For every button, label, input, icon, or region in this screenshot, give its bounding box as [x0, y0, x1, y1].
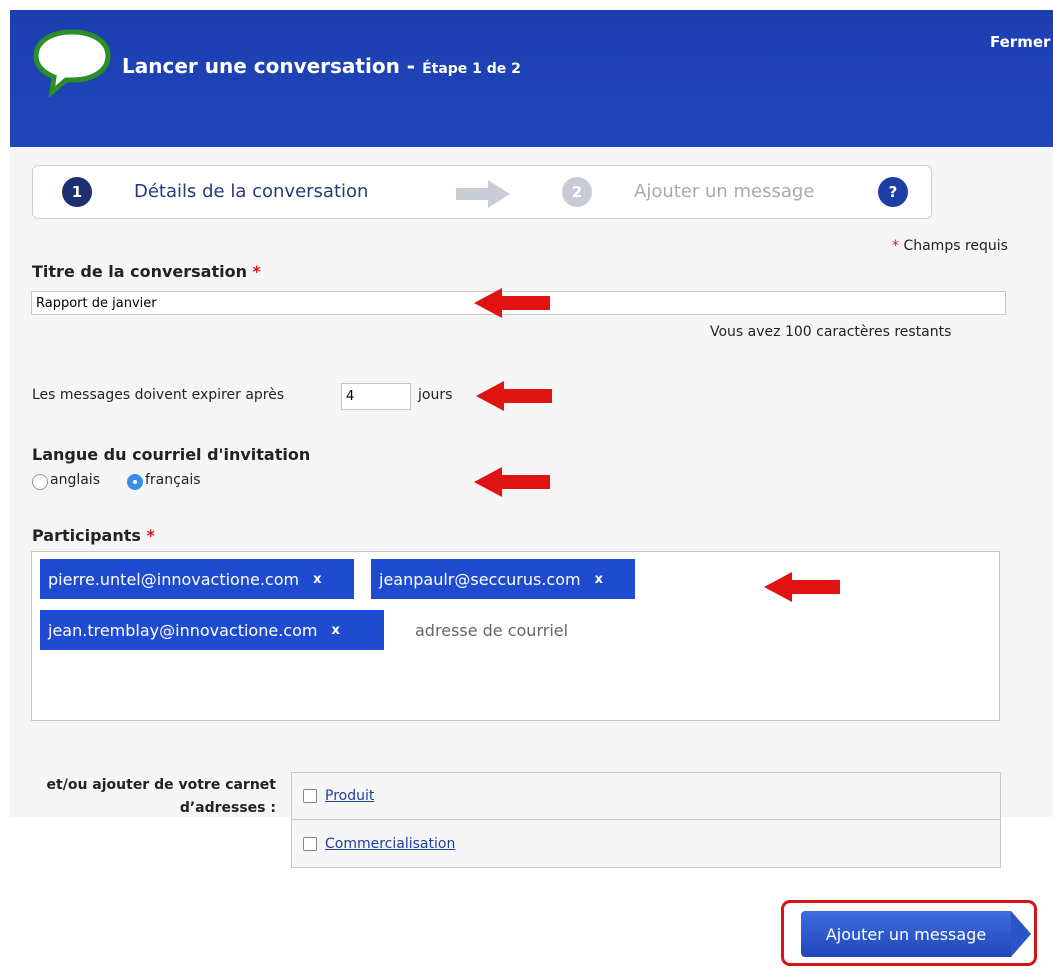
addressbook-label: et/ou ajouter de votre carnet d’adresses… [46, 777, 276, 816]
addressbook-link[interactable]: Commercialisation [325, 836, 455, 852]
title-label: Titre de la conversation * [32, 262, 261, 281]
radio-french[interactable] [127, 474, 143, 490]
annotation-arrow-icon [474, 467, 550, 497]
radio-english[interactable] [32, 474, 48, 490]
annotation-arrow-icon [476, 381, 552, 411]
participants-label-text: Participants [32, 526, 141, 545]
participant-email: jeanpaulr@seccurus.com [379, 569, 581, 589]
remove-participant-icon[interactable]: x [595, 572, 603, 587]
page-title: Lancer une conversation - Étape 1 de 2 [122, 54, 521, 78]
add-message-button[interactable]: Ajouter un message [801, 911, 1011, 957]
addressbook-checkbox[interactable] [303, 788, 317, 803]
title-label-text: Titre de la conversation [32, 262, 247, 281]
addressbook-item: Commercialisation [291, 820, 1001, 868]
annotation-arrow-icon [474, 288, 550, 318]
required-marker: * [892, 238, 899, 254]
remove-participant-icon[interactable]: x [313, 572, 321, 587]
step-2-number: 2 [562, 177, 592, 207]
participant-chip: jean.tremblay@innovactione.com x [40, 610, 384, 650]
participant-email: jean.tremblay@innovactione.com [48, 620, 318, 640]
title-separator: - [399, 54, 423, 78]
step-1-label: Détails de la conversation [134, 181, 369, 202]
step-2-label: Ajouter un message [634, 181, 815, 202]
step-arrow-icon [456, 180, 510, 208]
title-text: Lancer une conversation [122, 54, 400, 78]
radio-english-label[interactable]: anglais [50, 472, 100, 488]
email-input-placeholder[interactable]: adresse de courriel [415, 621, 568, 640]
button-arrow-tip [1011, 911, 1031, 957]
speech-bubble-icon [33, 29, 111, 98]
language-label: Langue du courriel d'invitation [32, 445, 311, 464]
chars-remaining: Vous avez 100 caractères restants [710, 324, 952, 340]
participant-email: pierre.untel@innovactione.com [48, 569, 300, 589]
expire-unit: jours [418, 387, 453, 403]
radio-french-label[interactable]: français [145, 472, 201, 488]
step-indicator: Étape 1 de 2 [422, 61, 521, 77]
required-note-text: Champs requis [903, 238, 1008, 254]
remove-participant-icon[interactable]: x [331, 623, 339, 638]
expire-days-input[interactable] [341, 383, 411, 410]
annotation-arrow-icon [764, 572, 840, 602]
step-1-number: 1 [62, 177, 92, 207]
required-marker: * [146, 526, 155, 545]
help-icon[interactable]: ? [878, 177, 908, 207]
required-fields-note: * Champs requis [892, 238, 1008, 254]
participant-chip: pierre.untel@innovactione.com x [40, 559, 354, 599]
required-marker: * [252, 262, 261, 281]
addressbook-link[interactable]: Produit [325, 788, 374, 804]
participant-chip: jeanpaulr@seccurus.com x [371, 559, 635, 599]
addressbook-item: Produit [291, 772, 1001, 820]
addressbook-checkbox[interactable] [303, 837, 317, 851]
header-bar [10, 10, 1053, 147]
close-link[interactable]: Fermer [990, 33, 1050, 51]
participants-label: Participants * [32, 526, 155, 545]
expire-label: Les messages doivent expirer après [32, 387, 285, 403]
